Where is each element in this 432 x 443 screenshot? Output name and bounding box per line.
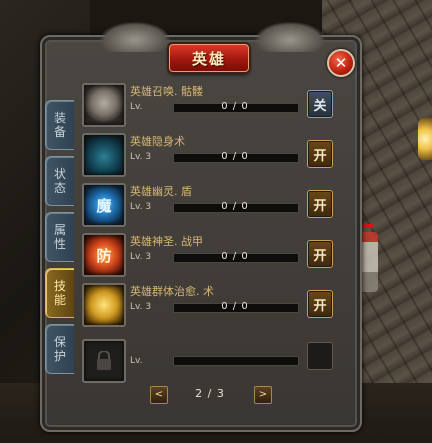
skill-level: Lv. [130, 102, 143, 112]
close-button[interactable]: ✕ [327, 49, 355, 77]
tab-protection[interactable]: 保 护 [45, 324, 74, 374]
skill-progress-text: 0 / 0 [221, 151, 249, 162]
holy-armor-icon[interactable]: 防 [82, 233, 126, 277]
skill-progress-text: 0 / 0 [221, 301, 249, 312]
skill-row: 魔 英雄幽灵. 盾 Lv. 3 0 / 0 开 [80, 180, 342, 230]
tab-label-char: 属 [53, 223, 66, 237]
skill-name: 英雄群体治愈. 术 [130, 285, 214, 298]
skill-row: 防 英雄神圣. 战甲 Lv. 3 0 / 0 开 [80, 230, 342, 280]
lock-icon [82, 339, 126, 383]
panel-title-plate: 英雄 [169, 44, 249, 72]
magic-shield-icon[interactable]: 魔 [82, 183, 126, 227]
skill-progress-text: 0 / 0 [221, 201, 249, 212]
tab-label-char: 状 [53, 167, 66, 181]
skill-level: Lv. [130, 356, 143, 366]
group-heal-icon[interactable] [82, 283, 126, 327]
figure-icon[interactable] [82, 133, 126, 177]
skill-toggle-button[interactable]: 开 [307, 290, 333, 318]
skill-row: 英雄召唤. 骷髅 Lv. 0 / 0 关 [80, 80, 342, 130]
next-page-button[interactable]: > [254, 386, 272, 404]
tab-label-char: 能 [53, 293, 66, 307]
tab-label-char: 性 [53, 237, 66, 251]
skill-name: 英雄幽灵. 盾 [130, 185, 192, 198]
tab-equipment[interactable]: 装 备 [45, 100, 74, 150]
panel-title: 英雄 [191, 49, 226, 68]
skill-name: 英雄召唤. 骷髅 [130, 85, 203, 98]
skill-row-locked: Lv. [80, 336, 342, 386]
skill-toggle-button[interactable]: 开 [307, 240, 333, 268]
page-indicator: 2 / 3 [195, 387, 225, 400]
tab-skills[interactable]: 技 能 [45, 268, 74, 318]
skill-row: 英雄群体治愈. 术 Lv. 3 0 / 0 开 [80, 280, 342, 330]
tab-label-char: 装 [53, 111, 66, 125]
skill-level: Lv. 3 [130, 152, 152, 162]
skill-toggle-button[interactable]: 开 [307, 140, 333, 168]
skull-icon[interactable] [82, 83, 126, 127]
dragon-ornament-left-icon [100, 22, 170, 52]
skill-name: 英雄神圣. 战甲 [130, 235, 203, 248]
tab-label-char: 护 [53, 349, 66, 363]
skill-progress-bar [173, 356, 299, 366]
skill-toggle-button[interactable]: 开 [307, 190, 333, 218]
tab-label-char: 备 [53, 125, 66, 139]
skill-level: Lv. 3 [130, 202, 152, 212]
skill-toggle-slot [307, 342, 333, 370]
pager: < 2 / 3 > [150, 386, 272, 404]
tab-status[interactable]: 状 态 [45, 156, 74, 206]
skill-row: 英雄隐身术 Lv. 3 0 / 0 开 [80, 130, 342, 180]
lantern-icon [418, 118, 432, 160]
tab-label-char: 保 [53, 335, 66, 349]
skill-level: Lv. 3 [130, 252, 152, 262]
close-icon: ✕ [334, 54, 348, 72]
tab-attributes[interactable]: 属 性 [45, 212, 74, 262]
skill-toggle-button[interactable]: 关 [307, 90, 333, 118]
prev-page-button[interactable]: < [150, 386, 168, 404]
skill-name: 英雄隐身术 [130, 135, 185, 148]
skill-level: Lv. 3 [130, 302, 152, 312]
skill-progress-text: 0 / 0 [221, 251, 249, 262]
tab-label-char: 态 [53, 181, 66, 195]
tab-label-char: 技 [53, 279, 66, 293]
dragon-ornament-right-icon [255, 22, 325, 52]
lock-icon-shape [97, 351, 111, 370]
skill-progress-text: 0 / 0 [221, 101, 249, 112]
